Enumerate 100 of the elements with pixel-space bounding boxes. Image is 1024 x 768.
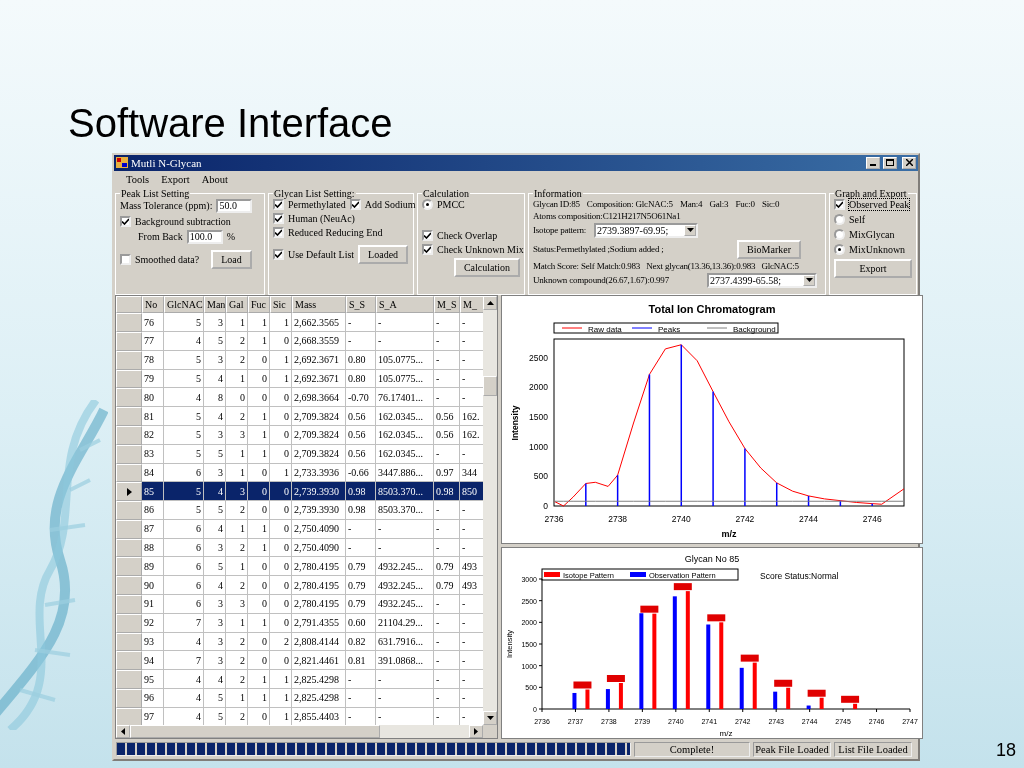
caret-down-icon bbox=[805, 278, 813, 283]
table-cell: 1 bbox=[248, 689, 270, 708]
table-cell: 1 bbox=[270, 313, 292, 332]
checkbox[interactable] bbox=[422, 243, 433, 255]
table-row[interactable]: 86 5 5 2 0 0 2,739.3930 0.98 8503.370... - - bbox=[116, 501, 483, 520]
info-text: Match Score: Self Match:0.983 bbox=[533, 260, 641, 271]
input-field[interactable]: 50.0 bbox=[216, 198, 253, 213]
column-header[interactable]: Sic bbox=[270, 296, 292, 314]
checkbox[interactable] bbox=[120, 253, 131, 265]
table-row[interactable]: 91 6 3 3 0 0 2,780.4195 0.79 4932.245... - - bbox=[116, 595, 483, 614]
checkbox[interactable] bbox=[422, 229, 433, 241]
table-cell: - bbox=[434, 613, 460, 633]
checkbox[interactable] bbox=[273, 198, 284, 210]
checkbox-label: Check Overlap bbox=[437, 229, 498, 241]
scrollbar-thumb[interactable] bbox=[483, 376, 497, 397]
column-header[interactable]: Mass bbox=[292, 296, 346, 314]
column-header[interactable]: No bbox=[142, 296, 164, 314]
axis-label: m/z bbox=[721, 529, 737, 540]
dropdown[interactable]: 2739.3897-69.95; bbox=[594, 222, 699, 238]
horizontal-scrollbar[interactable] bbox=[116, 725, 497, 739]
table-row[interactable]: 85 5 4 3 0 0 2,739.3930 0.98 8503.370... 0.98 850 bbox=[116, 482, 483, 502]
maximize-button[interactable] bbox=[883, 156, 897, 169]
slide-title: Software Interface bbox=[68, 100, 393, 147]
table-cell: 0.60 bbox=[346, 613, 376, 633]
caret-up-icon bbox=[486, 301, 494, 306]
table-cell: 1 bbox=[248, 613, 270, 633]
table-cell: 0 bbox=[270, 501, 292, 520]
close-button[interactable] bbox=[902, 156, 916, 169]
table-cell: - bbox=[434, 519, 460, 539]
export-button[interactable]: Export bbox=[834, 258, 912, 278]
table-cell: 0 bbox=[270, 595, 292, 614]
field-label: Isotope pattern: bbox=[533, 225, 587, 236]
checkbox[interactable] bbox=[120, 215, 131, 227]
biomarker-button[interactable]: BioMarker bbox=[737, 239, 801, 259]
table-cell: 4 bbox=[204, 519, 226, 539]
radio-button[interactable] bbox=[834, 228, 845, 240]
table-row[interactable]: 76 5 3 1 1 1 2,662.3565 - - - - bbox=[116, 313, 483, 332]
vertical-scrollbar[interactable] bbox=[483, 296, 497, 726]
menu-item[interactable]: About bbox=[201, 173, 228, 185]
table-cell: 87 bbox=[142, 519, 164, 539]
table-cell: - bbox=[376, 519, 434, 539]
table-cell: 1 bbox=[226, 313, 248, 332]
checkbox[interactable] bbox=[834, 198, 845, 210]
table-row[interactable]: 81 5 4 2 1 0 2,709.3824 0.56 162.0345... 0.56 162. bbox=[116, 407, 483, 426]
info-text: Next glycan(13.36,13.36):0.983 bbox=[646, 260, 756, 271]
row-header[interactable] bbox=[116, 482, 142, 502]
table-row[interactable]: 96 4 5 1 1 1 2,825.4298 - - - - bbox=[116, 689, 483, 708]
radio-button[interactable] bbox=[422, 198, 433, 210]
checkbox[interactable] bbox=[349, 198, 361, 210]
column-header[interactable]: M_S bbox=[434, 296, 460, 314]
column-header[interactable]: S_S bbox=[346, 296, 376, 314]
bar bbox=[605, 689, 610, 710]
column-header[interactable]: Gal bbox=[226, 296, 248, 314]
close-icon bbox=[905, 159, 913, 167]
column-header[interactable]: Man bbox=[204, 296, 226, 314]
scrollbar-thumb[interactable] bbox=[130, 725, 380, 739]
table-row[interactable]: 90 6 4 2 0 0 2,780.4195 0.79 4932.245... 0.79 493 bbox=[116, 576, 483, 596]
calculation-button[interactable]: Calculation bbox=[453, 257, 520, 277]
table-cell: 0.56 bbox=[346, 407, 376, 426]
menu-item[interactable]: Tools bbox=[126, 173, 150, 185]
column-header[interactable]: M_ bbox=[460, 296, 483, 314]
bar bbox=[786, 687, 791, 710]
bar bbox=[773, 691, 778, 710]
checkbox[interactable] bbox=[273, 248, 284, 260]
status-panel: Peak File Loaded bbox=[753, 741, 831, 757]
table-cell: 77 bbox=[142, 331, 164, 351]
table-cell: 2 bbox=[226, 501, 248, 520]
table-cell: 0 bbox=[270, 444, 292, 464]
minimize-button[interactable] bbox=[866, 156, 880, 169]
table-cell: 82 bbox=[142, 425, 164, 445]
status-panel: List File Loaded bbox=[834, 741, 912, 757]
column-header[interactable]: GlcNAC bbox=[164, 296, 204, 314]
table-row[interactable]: 95 4 4 2 1 1 2,825.4298 - - - - bbox=[116, 670, 483, 690]
checkbox[interactable] bbox=[273, 226, 284, 238]
column-header[interactable]: Fuc bbox=[248, 296, 270, 314]
info-text: Man:4 bbox=[679, 198, 703, 209]
column-header[interactable]: S_A bbox=[376, 296, 434, 314]
table-cell: 2,709.3824 bbox=[292, 407, 346, 426]
bar bbox=[618, 683, 623, 710]
table-cell: 4 bbox=[164, 331, 204, 351]
table-cell: 91 bbox=[142, 595, 164, 614]
checkbox[interactable] bbox=[273, 212, 284, 224]
radio-label: Self bbox=[849, 213, 866, 225]
table-cell: - bbox=[376, 689, 434, 708]
loaded-button[interactable]: Loaded bbox=[358, 244, 409, 264]
table-cell: 0 bbox=[270, 519, 292, 539]
load-button[interactable]: Load bbox=[211, 249, 252, 269]
menu-item[interactable]: Export bbox=[161, 173, 190, 185]
dropdown[interactable]: 2737.4399-65.58; bbox=[707, 272, 817, 288]
input-field[interactable]: 100.0 bbox=[186, 229, 223, 244]
table-row[interactable]: 80 4 8 0 0 0 2,698.3664 -0.70 76.17401... - - bbox=[116, 388, 483, 408]
table-row[interactable]: 89 6 5 1 0 0 2,780.4195 0.79 4932.245... 0.79 493 bbox=[116, 557, 483, 577]
radio-button[interactable] bbox=[834, 213, 845, 225]
table-cell: - bbox=[346, 331, 376, 351]
table-cell: 5 bbox=[164, 407, 204, 426]
radio-button[interactable] bbox=[834, 243, 845, 255]
table-cell: 4 bbox=[204, 407, 226, 426]
table-row[interactable]: 94 7 3 2 0 0 2,821.4461 0.81 391.0868... - - bbox=[116, 651, 483, 671]
table-cell: 3 bbox=[204, 313, 226, 332]
table-cell: 4 bbox=[164, 689, 204, 708]
